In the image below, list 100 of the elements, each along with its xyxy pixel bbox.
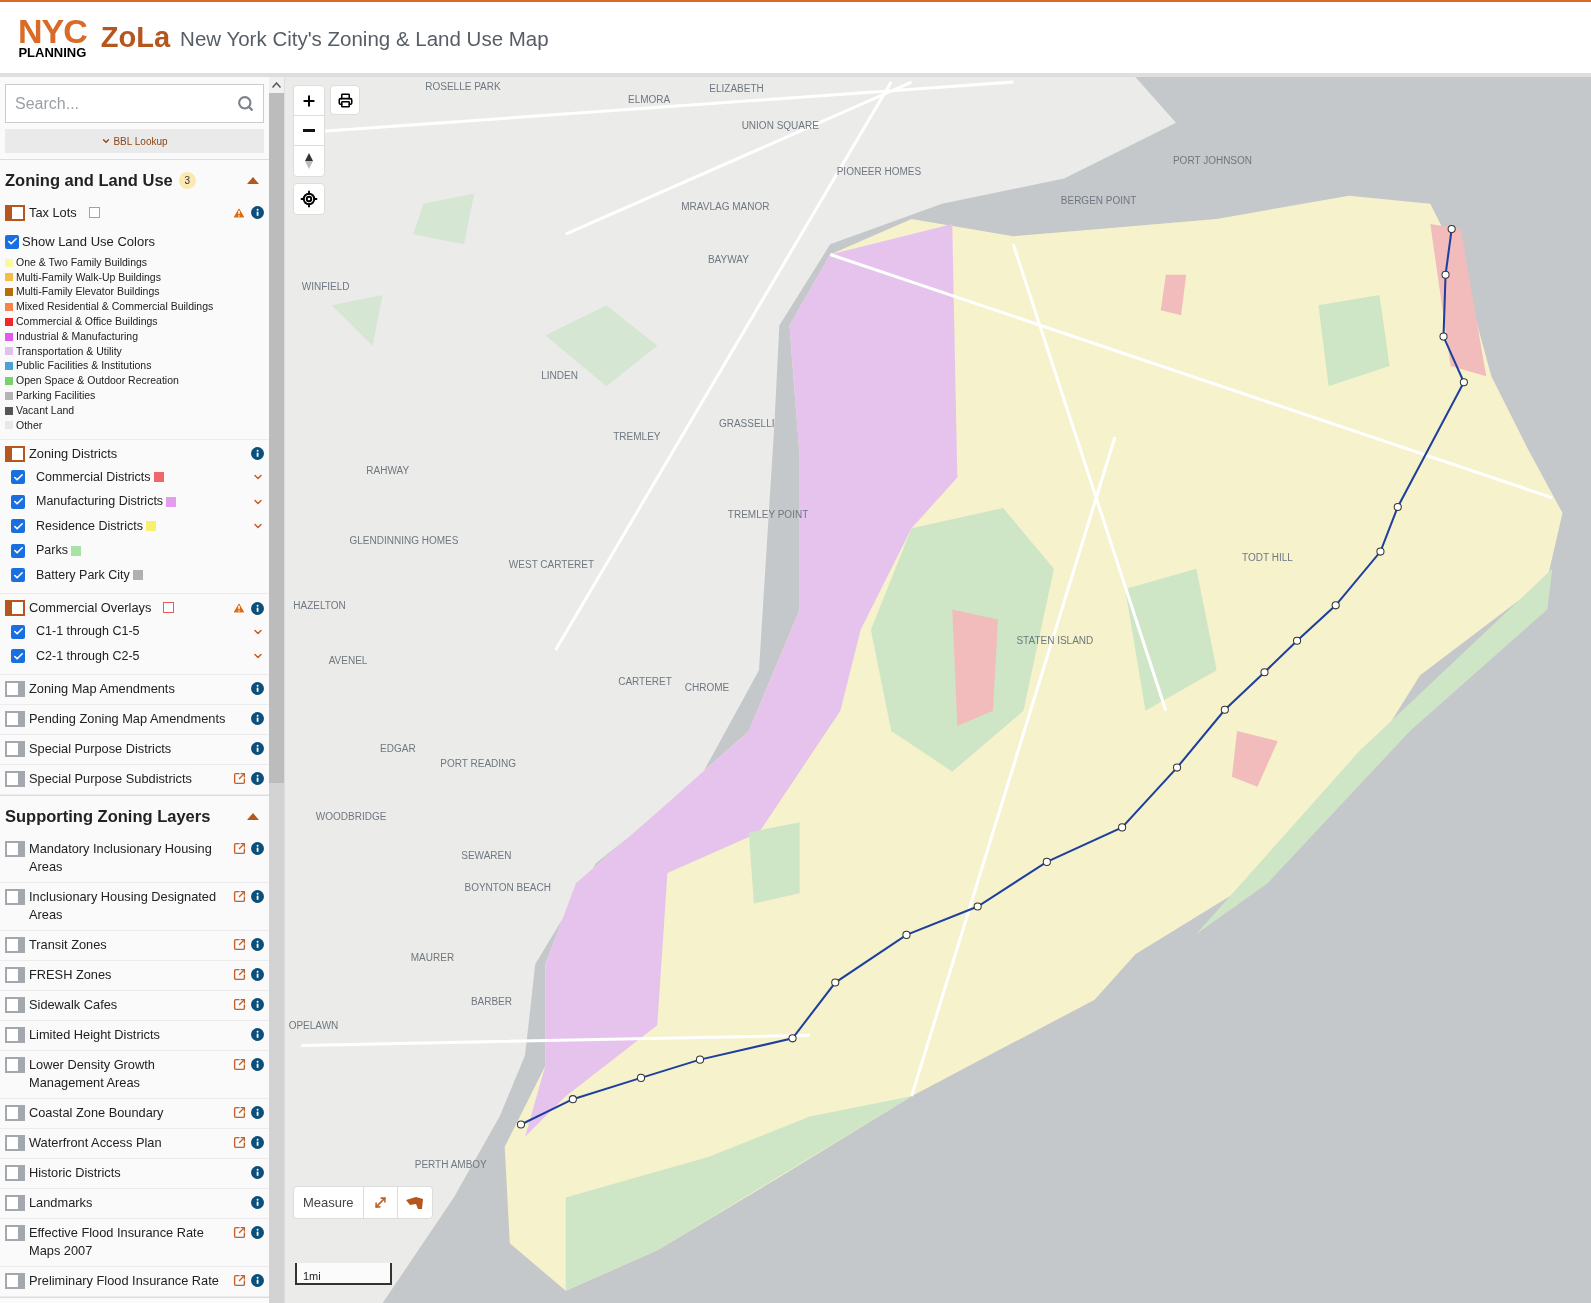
sublayer-label[interactable]: Residence Districts xyxy=(36,516,143,536)
layer-toggle[interactable] xyxy=(5,1273,25,1290)
layer-label[interactable]: Landmarks xyxy=(29,1194,93,1213)
layer-label[interactable]: Zoning Districts xyxy=(29,444,118,463)
info-icon[interactable] xyxy=(251,682,265,696)
sublayer-label[interactable]: Manufacturing Districts xyxy=(36,492,164,511)
info-icon[interactable] xyxy=(251,1274,265,1288)
layer-label[interactable]: Historic Districts xyxy=(29,1164,121,1183)
checkbox[interactable] xyxy=(5,234,19,249)
layer-label[interactable]: FRESH Zones xyxy=(29,966,112,985)
info-icon[interactable] xyxy=(251,601,265,615)
sublayer-label[interactable]: Battery Park City xyxy=(36,565,130,585)
info-icon[interactable] xyxy=(251,1226,265,1240)
sublayer-label[interactable]: Parks xyxy=(36,541,68,560)
layer-toggle[interactable] xyxy=(5,997,25,1014)
info-icon[interactable] xyxy=(251,1058,265,1072)
external-link-icon[interactable] xyxy=(233,1274,247,1288)
layer-toggle[interactable] xyxy=(5,600,25,617)
layer-toggle[interactable] xyxy=(5,681,25,698)
info-icon[interactable] xyxy=(251,1028,265,1042)
sublayer-label[interactable]: Commercial Districts xyxy=(36,467,151,487)
layer-label[interactable]: Commercial Overlays xyxy=(29,599,152,618)
bbl-lookup-button[interactable]: BBL Lookup xyxy=(5,129,265,153)
layer-label[interactable]: Inclusionary Housing Designated Areas xyxy=(29,888,228,925)
layer-label[interactable]: Waterfront Access Plan xyxy=(29,1134,162,1153)
external-link-icon[interactable] xyxy=(233,998,247,1012)
layer-toggle[interactable] xyxy=(5,711,25,728)
info-icon[interactable] xyxy=(251,772,265,786)
external-link-icon[interactable] xyxy=(233,1136,247,1150)
layer-label[interactable]: Tax Lots xyxy=(29,203,77,222)
layer-toggle[interactable] xyxy=(5,1057,25,1074)
checkbox[interactable] xyxy=(11,649,25,664)
layer-toggle[interactable] xyxy=(5,445,25,462)
info-icon[interactable] xyxy=(251,1136,265,1150)
checkbox[interactable] xyxy=(11,519,25,534)
checkbox[interactable] xyxy=(11,568,25,583)
collapse-caret-icon[interactable] xyxy=(247,176,260,184)
layer-toggle[interactable] xyxy=(5,1105,25,1122)
external-link-icon[interactable] xyxy=(233,842,247,856)
info-icon[interactable] xyxy=(251,968,265,982)
layer-toggle[interactable] xyxy=(5,841,25,858)
layer-label[interactable]: Transit Zones xyxy=(29,936,107,955)
print-button[interactable] xyxy=(330,85,360,115)
layer-label[interactable]: Sidewalk Cafes xyxy=(29,996,118,1015)
external-link-icon[interactable] xyxy=(233,1226,247,1240)
layer-toggle[interactable] xyxy=(5,1165,25,1182)
layer-toggle[interactable] xyxy=(5,204,25,221)
layer-toggle[interactable] xyxy=(5,967,25,984)
layer-label[interactable]: Effective Flood Insurance Rate Maps 2007 xyxy=(29,1224,228,1261)
layer-toggle[interactable] xyxy=(5,889,25,906)
layer-toggle[interactable] xyxy=(5,937,25,954)
info-icon[interactable] xyxy=(251,1106,265,1120)
external-link-icon[interactable] xyxy=(233,1058,247,1072)
info-icon[interactable] xyxy=(251,1166,265,1180)
checkbox-label[interactable]: Show Land Use Colors xyxy=(22,231,155,252)
info-icon[interactable] xyxy=(251,712,265,726)
external-link-icon[interactable] xyxy=(233,1106,247,1120)
layer-label[interactable]: Zoning Map Amendments xyxy=(29,680,175,699)
layer-label[interactable]: Coastal Zone Boundary xyxy=(29,1104,164,1123)
search-field[interactable]: Search... xyxy=(5,84,265,123)
external-link-icon[interactable] xyxy=(233,890,247,904)
info-icon[interactable] xyxy=(251,890,265,904)
checkbox[interactable] xyxy=(11,624,25,639)
layer-toggle[interactable] xyxy=(5,1135,25,1152)
info-icon[interactable] xyxy=(251,1196,265,1210)
info-icon[interactable] xyxy=(251,842,265,856)
layer-toggle[interactable] xyxy=(5,771,25,788)
layer-label[interactable]: Mandatory Inclusionary Housing Areas xyxy=(29,840,228,877)
info-icon[interactable] xyxy=(251,998,265,1012)
info-icon[interactable] xyxy=(251,206,265,220)
external-link-icon[interactable] xyxy=(233,938,247,952)
info-icon[interactable] xyxy=(251,938,265,952)
nyc-planning-logo[interactable]: NYC PLANNING xyxy=(18,16,87,59)
checkbox[interactable] xyxy=(11,494,25,509)
external-link-icon[interactable] xyxy=(233,968,247,982)
section-title[interactable]: Supporting Zoning Layers xyxy=(5,804,211,830)
external-link-icon[interactable] xyxy=(233,772,247,786)
info-icon[interactable] xyxy=(251,742,265,756)
layer-label[interactable]: Special Purpose Districts xyxy=(29,740,172,759)
sublayer-label[interactable]: C2-1 through C2-5 xyxy=(36,646,140,666)
layer-label[interactable]: Pending Zoning Map Amendments xyxy=(29,710,226,729)
checkbox[interactable] xyxy=(11,543,25,558)
layer-label[interactable]: Lower Density Growth Management Areas xyxy=(29,1056,228,1093)
collapse-caret-icon[interactable] xyxy=(247,813,260,821)
layer-toggle[interactable] xyxy=(5,741,25,758)
locate-button[interactable] xyxy=(293,183,325,215)
section-title[interactable]: Zoning and Land Use xyxy=(5,168,173,193)
info-icon[interactable] xyxy=(251,446,265,460)
layer-label[interactable]: Special Purpose Subdistricts xyxy=(29,770,192,789)
scroll-up-icon[interactable] xyxy=(272,82,281,88)
layer-toggle[interactable] xyxy=(5,1225,25,1242)
scrollbar[interactable] xyxy=(269,77,284,1303)
layer-toggle[interactable] xyxy=(5,1195,25,1212)
sublayer-label[interactable]: C1-1 through C1-5 xyxy=(36,622,140,641)
search-icon[interactable] xyxy=(237,95,255,112)
layer-label[interactable]: Limited Height Districts xyxy=(29,1026,160,1045)
checkbox[interactable] xyxy=(11,470,25,485)
legend-label: One & Two Family Buildings xyxy=(16,254,148,270)
layer-label[interactable]: Preliminary Flood Insurance Rate xyxy=(29,1272,219,1291)
layer-toggle[interactable] xyxy=(5,1027,25,1044)
